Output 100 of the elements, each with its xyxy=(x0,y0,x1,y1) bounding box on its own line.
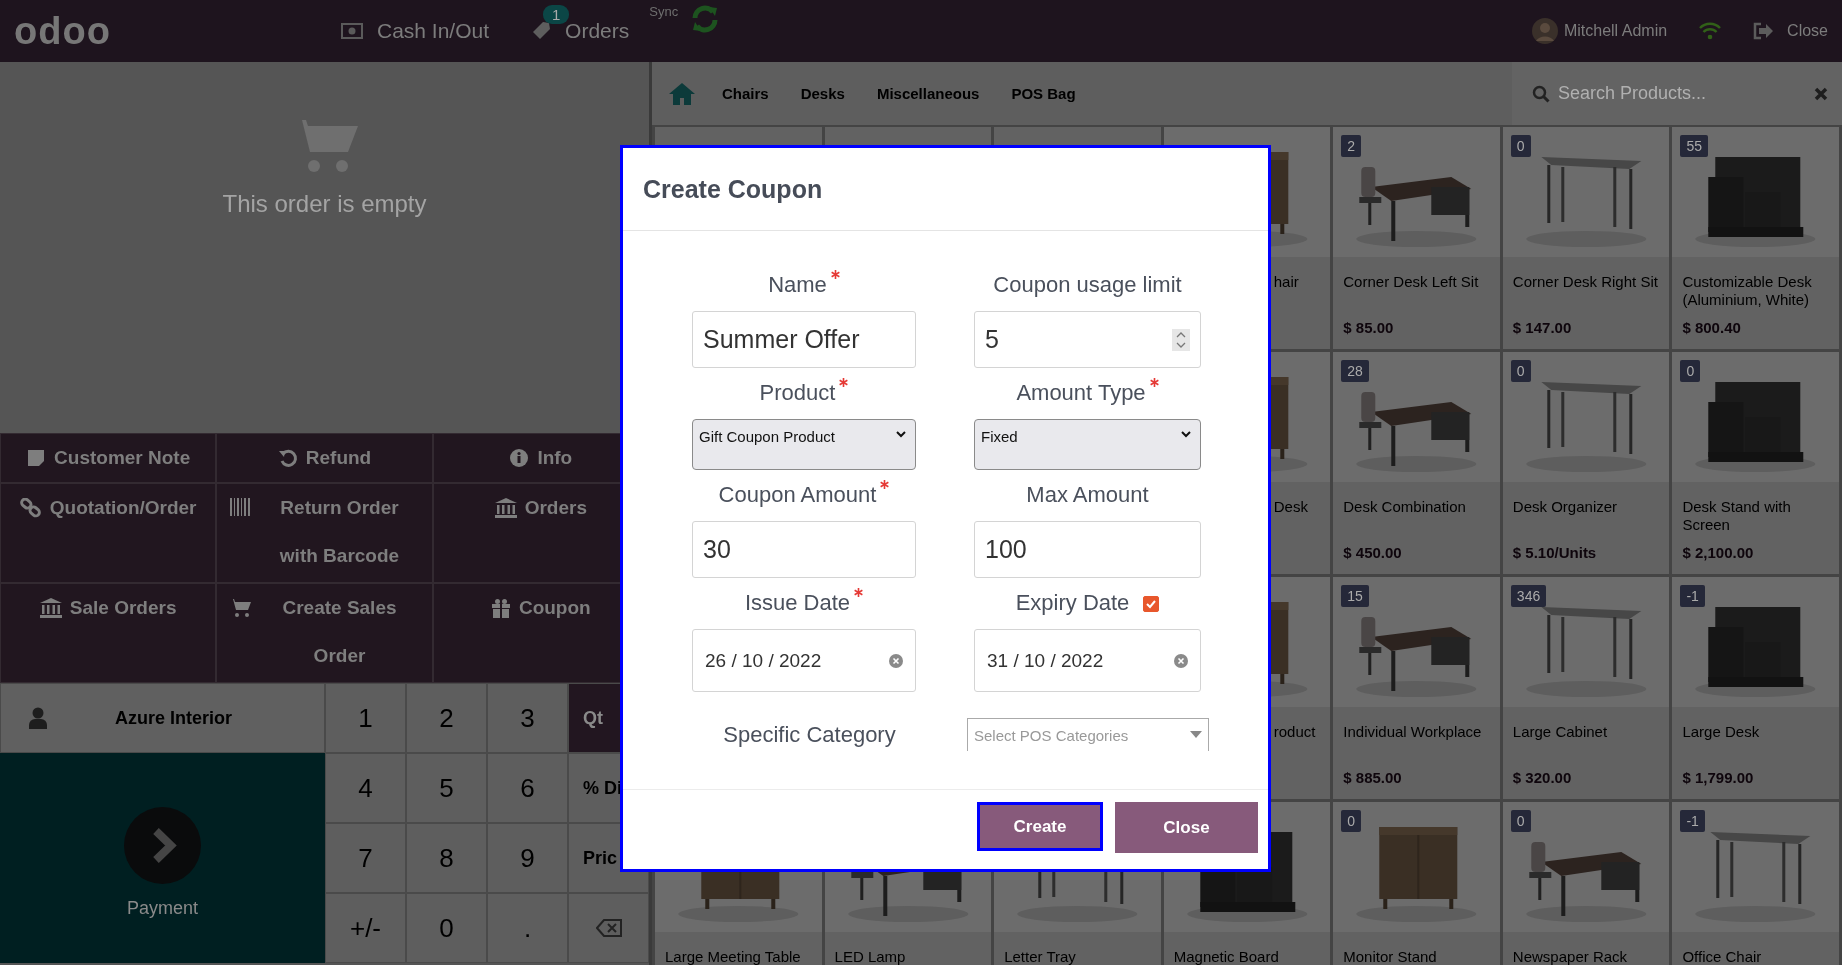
cash-button[interactable]: Cash In/Out xyxy=(341,19,490,43)
control-button[interactable]: Quotation/Order xyxy=(0,483,217,583)
product-card[interactable]: 28 Desk Combination $ 450.00 xyxy=(1333,352,1500,574)
numpad-key[interactable]: . xyxy=(487,893,568,963)
numpad-key[interactable]: +/- xyxy=(325,893,406,963)
stock-badge: -1 xyxy=(1680,585,1705,607)
product-name: roduct xyxy=(1273,723,1317,742)
empty-order-message: This order is empty xyxy=(222,190,427,218)
product-name: Desk Combination xyxy=(1343,498,1467,517)
stock-badge: 2 xyxy=(1341,135,1362,157)
field-label: Specific Category xyxy=(722,721,897,748)
text-field[interactable]: 30 xyxy=(692,521,916,578)
product-name: Magnetic Board xyxy=(1173,948,1280,965)
category-tab[interactable]: Desks xyxy=(800,85,845,102)
control-button[interactable]: Sale Orders xyxy=(0,583,217,683)
text-field[interactable]: 100 xyxy=(974,521,1201,578)
control-button[interactable]: Refund xyxy=(216,433,433,483)
product-name: Newspaper Rack xyxy=(1512,948,1629,965)
product-name: hair xyxy=(1273,273,1300,292)
product-price: $ 147.00 xyxy=(1512,319,1573,336)
product-card[interactable]: 0 Desk Organizer $ 5.10/Units xyxy=(1502,352,1670,574)
numpad-key[interactable]: 2 xyxy=(406,683,487,753)
stock-badge: 55 xyxy=(1680,135,1708,157)
product-name: Large Cabinet xyxy=(1512,723,1609,742)
numpad-key[interactable]: 1 xyxy=(325,683,406,753)
field-label: Coupon Amount xyxy=(718,481,877,509)
product-price: $ 320.00 xyxy=(1512,769,1573,786)
product-card[interactable]: 15 Individual Workplace $ 885.00 xyxy=(1333,577,1500,799)
field-label: Amount Type xyxy=(1016,379,1146,407)
field-label: Product xyxy=(759,379,836,407)
numpad-key[interactable]: 8 xyxy=(406,823,487,893)
numpad-key[interactable]: 9 xyxy=(487,823,568,893)
count-badge: 1 xyxy=(543,5,570,24)
product-name: Corner Desk Left Sit xyxy=(1343,273,1480,292)
product-card[interactable]: 346 Large Cabinet $ 320.00 xyxy=(1502,577,1670,799)
stock-badge: 0 xyxy=(1341,810,1362,832)
product-card[interactable]: 0 Monitor Stand xyxy=(1333,802,1500,965)
stock-badge: 0 xyxy=(1680,360,1701,382)
product-price: $ 85.00 xyxy=(1343,319,1395,336)
field-label: Coupon usage limit xyxy=(993,271,1182,299)
product-name: Office Chair xyxy=(1682,948,1763,965)
category-select[interactable]: Select POS Categories xyxy=(967,718,1209,751)
product-name: Desk Organizer xyxy=(1512,498,1619,517)
product-card[interactable]: 0 Corner Desk Right Sit $ 147.00 xyxy=(1502,127,1670,349)
stock-badge: 0 xyxy=(1510,810,1531,832)
control-button[interactable]: Return Order with Barcode xyxy=(216,483,433,583)
dialog-button[interactable]: Create xyxy=(977,802,1103,851)
product-price: $ 1,799.00 xyxy=(1682,769,1755,786)
product-price: $ 2,100.00 xyxy=(1682,544,1755,561)
numpad-key[interactable]: 3 xyxy=(487,683,568,753)
numpad-key[interactable]: 0 xyxy=(406,893,487,963)
stock-badge: 0 xyxy=(1510,135,1531,157)
product-price: $ 450.00 xyxy=(1343,544,1403,561)
field-label: Name xyxy=(768,271,827,299)
payment-button[interactable]: Payment xyxy=(0,753,325,963)
field-label: Expiry Date xyxy=(1015,589,1130,617)
product-card[interactable]: 0 Newspaper Rack xyxy=(1502,802,1670,965)
dropdown[interactable]: Gift Coupon Product xyxy=(692,419,916,470)
product-name: LED Lamp xyxy=(834,948,907,965)
product-name: Desk Stand with Screen xyxy=(1682,498,1792,534)
product-card[interactable]: 2 Corner Desk Left Sit $ 85.00 xyxy=(1333,127,1500,349)
product-name: Monitor Stand xyxy=(1343,948,1438,965)
product-card[interactable]: -1 Office Chair xyxy=(1672,802,1839,965)
text-field[interactable]: Summer Offer xyxy=(692,311,916,368)
product-name: Corner Desk Right Sit xyxy=(1512,273,1659,292)
product-card[interactable]: 55 Customizable Desk (Aluminium, White) $ 800.40 xyxy=(1672,127,1839,349)
category-tab[interactable]: Chairs xyxy=(722,85,769,102)
product-name: Individual Workplace xyxy=(1343,723,1483,742)
search-field[interactable]: Search Products... xyxy=(1512,62,1842,125)
product-name: Desk xyxy=(1273,498,1309,517)
customer-button[interactable]: Azure Interior xyxy=(0,683,325,753)
numpad-key[interactable]: 5 xyxy=(406,753,487,823)
numpad-key[interactable]: 6 xyxy=(487,753,568,823)
stock-badge: -1 xyxy=(1680,810,1705,832)
sync-label: Sync xyxy=(649,4,679,19)
dropdown[interactable]: Fixed xyxy=(974,419,1201,470)
dialog-title: Create Coupon xyxy=(643,174,823,204)
numpad-key[interactable]: 4 xyxy=(325,753,406,823)
user-name[interactable]: Mitchell Admin xyxy=(1563,22,1668,40)
control-button[interactable]: Create Sales Order xyxy=(216,583,433,683)
date-field[interactable]: 26 / 10 / 2022 xyxy=(692,629,916,692)
product-name: Large Meeting Table xyxy=(665,948,802,965)
logo: odoo xyxy=(14,9,112,53)
number-field[interactable]: 5 xyxy=(974,311,1201,368)
date-field[interactable]: 31 / 10 / 2022 xyxy=(974,629,1201,692)
control-button[interactable]: Customer Note xyxy=(0,433,217,483)
product-price: $ 885.00 xyxy=(1343,769,1403,786)
product-name: Letter Tray xyxy=(1004,948,1077,965)
category-tab[interactable]: Miscellaneous xyxy=(876,85,980,102)
field-label: Max Amount xyxy=(1026,481,1149,509)
product-card[interactable]: -1 Large Desk $ 1,799.00 xyxy=(1672,577,1839,799)
product-card[interactable]: 0 Desk Stand with Screen $ 2,100.00 xyxy=(1672,352,1839,574)
product-name: Customizable Desk (Aluminium, White) xyxy=(1682,273,1813,309)
product-price: $ 5.10/Units xyxy=(1512,544,1598,561)
product-price: $ 800.40 xyxy=(1682,319,1742,336)
product-name: Large Desk xyxy=(1682,723,1761,742)
category-tab[interactable]: POS Bag xyxy=(1011,85,1076,102)
dialog-button[interactable]: Close xyxy=(1115,802,1258,853)
numpad-key[interactable]: 7 xyxy=(325,823,406,893)
close-button[interactable]: Close xyxy=(1753,22,1828,40)
